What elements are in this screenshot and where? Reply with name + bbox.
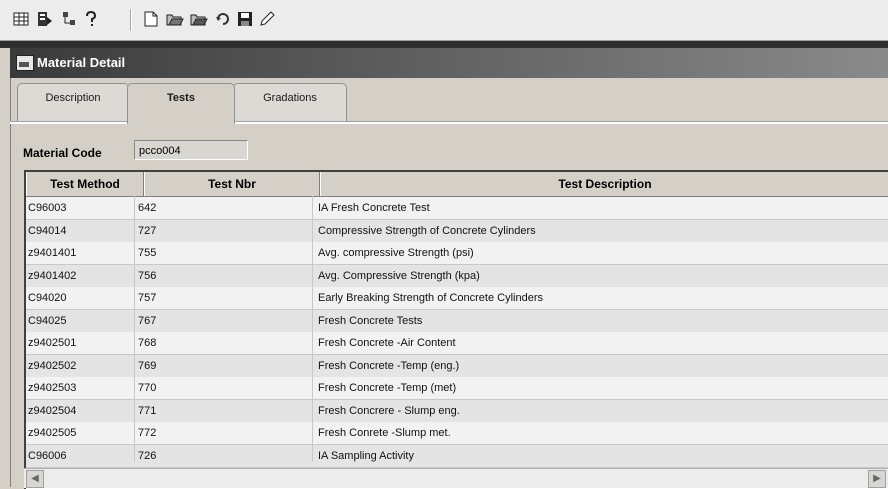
table-row[interactable]: z9402505 772 Fresh Conrete -Slump met. xyxy=(26,422,888,445)
cell-test-method: z9402504 xyxy=(28,404,77,417)
cell-test-method: C96003 xyxy=(28,202,67,214)
horizontal-scrollbar[interactable]: ◀ ▶ xyxy=(24,468,888,488)
cell-test-nbr: 772 xyxy=(138,427,157,439)
table-row[interactable]: C94025 767 Fresh Concrete Tests xyxy=(26,309,888,333)
column-divider xyxy=(134,196,135,462)
cell-test-nbr: 726 xyxy=(138,449,157,462)
table-row[interactable]: z9402501 768 Fresh Concrete -Air Content xyxy=(26,332,888,355)
cell-test-method: z9401401 xyxy=(28,247,77,259)
cell-test-nbr: 727 xyxy=(138,224,157,237)
cell-test-description: Fresh Concrete Tests xyxy=(318,314,423,327)
table-row[interactable]: z9402503 770 Fresh Concrete -Temp (met) xyxy=(26,377,888,400)
window-icon xyxy=(16,55,34,71)
cell-test-method: z9402503 xyxy=(28,382,77,394)
table-row[interactable]: C94020 757 Early Breaking Strength of Conc… xyxy=(26,287,888,310)
cell-test-nbr: 767 xyxy=(138,314,157,327)
cell-test-description: Compressive Strength of Concrete Cylinde… xyxy=(318,224,536,237)
column-divider xyxy=(312,196,313,462)
tab-label: Gradations xyxy=(263,92,317,104)
cell-test-description: Fresh Concrete -Temp (met) xyxy=(318,382,457,394)
tab-label: Tests xyxy=(167,92,195,104)
cell-test-description: IA Sampling Activity xyxy=(318,449,414,462)
cell-test-nbr: 756 xyxy=(138,269,157,282)
cell-test-method: z9402501 xyxy=(28,337,77,349)
cell-test-description: Early Breaking Strength of Concrete Cyli… xyxy=(318,292,543,304)
table-row[interactable]: z9401402 756 Avg. Compressive Strength (kp… xyxy=(26,264,888,288)
cell-test-description: Fresh Concrere - Slump eng. xyxy=(318,404,460,417)
report-icon[interactable] xyxy=(36,10,54,28)
table-row[interactable]: z9401401 755 Avg. compressive Strength (ps… xyxy=(26,242,888,265)
cell-test-description: IA Fresh Concrete Test xyxy=(318,202,430,214)
window-title-bar[interactable]: Material Detail xyxy=(10,48,888,78)
cell-test-description: Avg. Compressive Strength (kpa) xyxy=(318,269,480,282)
cell-test-method: C94020 xyxy=(28,292,67,304)
scroll-left-icon[interactable]: ◀ xyxy=(26,470,44,488)
grid-header: Test Method Test Nbr Test Description xyxy=(26,172,888,197)
help-icon[interactable] xyxy=(82,10,100,28)
cell-test-method: z9402505 xyxy=(28,427,77,439)
cell-test-nbr: 771 xyxy=(138,404,157,417)
table-row[interactable]: C96003 642 IA Fresh Concrete Test xyxy=(26,197,888,220)
toolbar xyxy=(0,0,888,41)
save-icon[interactable] xyxy=(236,10,254,28)
cell-test-description: Fresh Concrete -Temp (eng.) xyxy=(318,359,460,372)
column-header-test-method[interactable]: Test Method xyxy=(26,172,144,196)
tests-grid: Test Method Test Nbr Test Description C9… xyxy=(24,170,888,489)
cell-test-description: Fresh Concrete -Air Content xyxy=(318,337,456,349)
edit-icon[interactable] xyxy=(258,10,276,28)
tab-gradations[interactable]: Gradations xyxy=(233,83,347,122)
column-header-test-description[interactable]: Test Description xyxy=(320,172,888,196)
tab-description[interactable]: Description xyxy=(17,83,129,122)
cell-test-nbr: 769 xyxy=(138,359,157,372)
cell-test-method: C94014 xyxy=(28,224,67,237)
cell-test-description: Fresh Conrete -Slump met. xyxy=(318,427,451,439)
scroll-right-icon[interactable]: ▶ xyxy=(868,470,886,488)
table-row[interactable]: C96006 726 IA Sampling Activity xyxy=(26,444,888,468)
toolbar-separator xyxy=(130,9,132,31)
tree-icon[interactable] xyxy=(60,10,78,28)
material-code-label: Material Code xyxy=(23,146,102,160)
cell-test-nbr: 642 xyxy=(138,202,157,214)
table-row[interactable]: z9402504 771 Fresh Concrere - Slump eng. xyxy=(26,399,888,423)
new-icon[interactable] xyxy=(142,10,160,28)
column-header-test-nbr[interactable]: Test Nbr xyxy=(144,172,320,196)
mdi-border xyxy=(0,41,888,48)
open-folder-icon[interactable] xyxy=(190,10,208,28)
cell-test-method: C94025 xyxy=(28,314,67,327)
table-row[interactable]: z9402502 769 Fresh Concrete -Temp (eng.) xyxy=(26,354,888,378)
cell-test-nbr: 768 xyxy=(138,337,157,349)
tab-label: Description xyxy=(45,92,101,104)
cell-test-method: z9401402 xyxy=(28,269,77,282)
table-row[interactable]: C94014 727 Compressive Strength of Concret… xyxy=(26,219,888,243)
cell-test-method: C96006 xyxy=(28,449,67,462)
cell-test-description: Avg. compressive Strength (psi) xyxy=(318,247,474,259)
material-code-field[interactable]: pcco004 xyxy=(134,140,248,160)
cell-test-nbr: 755 xyxy=(138,247,157,259)
grid-icon[interactable] xyxy=(12,10,30,28)
open-icon[interactable] xyxy=(166,10,184,28)
window-title: Material Detail xyxy=(37,55,126,70)
cell-test-nbr: 757 xyxy=(138,292,157,304)
refresh-icon[interactable] xyxy=(214,10,232,28)
tab-tests[interactable]: Tests xyxy=(127,83,235,124)
cell-test-method: z9402502 xyxy=(28,359,77,372)
cell-test-nbr: 770 xyxy=(138,382,157,394)
